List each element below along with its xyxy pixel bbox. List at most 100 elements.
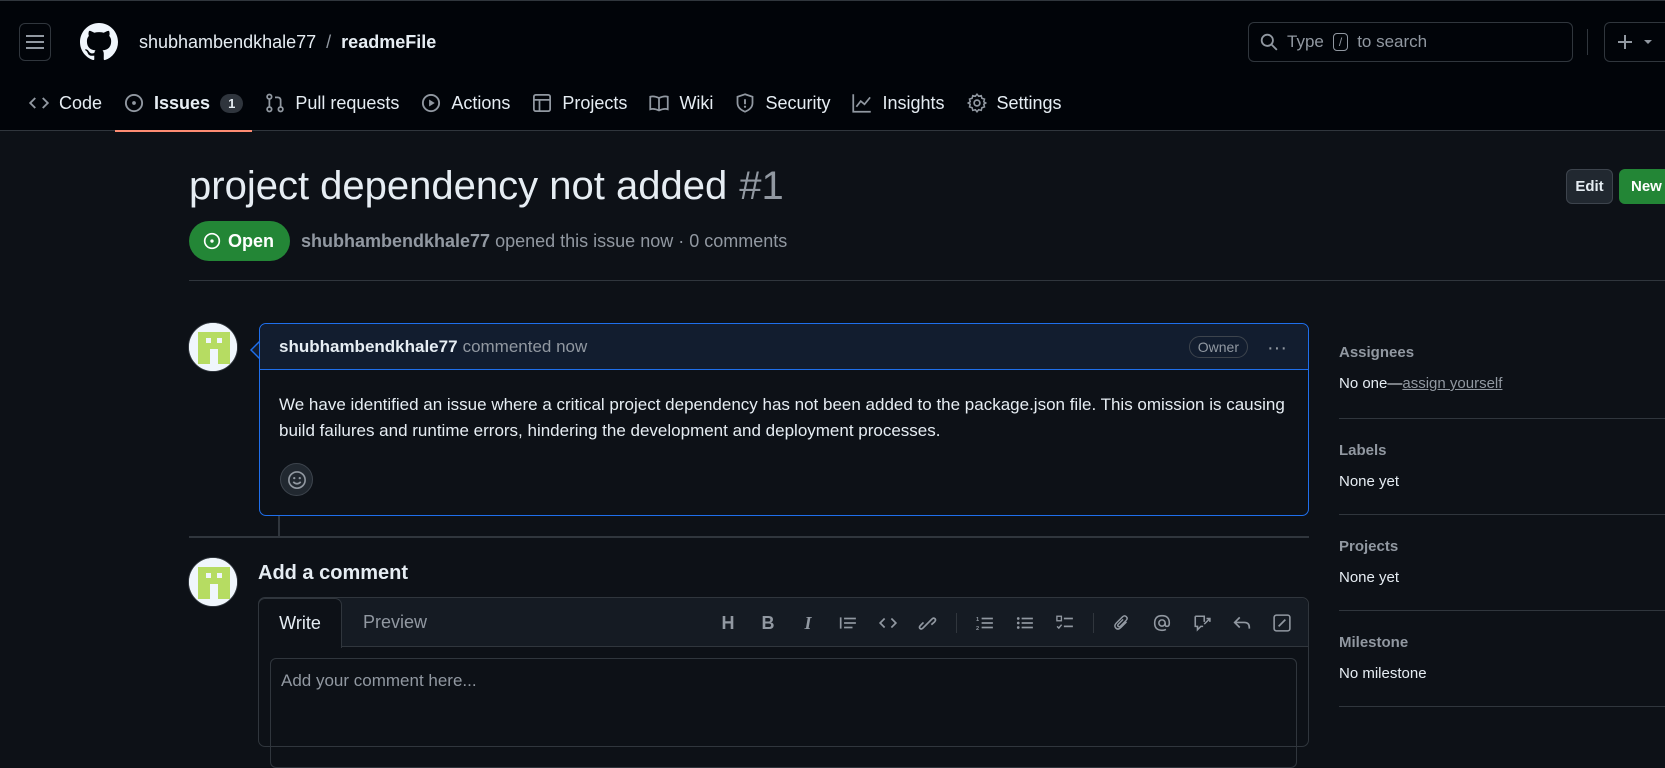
link-icon[interactable] [908, 610, 948, 636]
breadcrumb-repo-link[interactable]: readmeFile [341, 32, 436, 53]
tab-projects-label: Projects [562, 92, 628, 113]
sidebar-labels: Labels None yet [1339, 419, 1665, 515]
search-input[interactable]: Type / to search [1248, 22, 1573, 62]
tab-write[interactable]: Write [258, 598, 342, 648]
reply-icon[interactable] [1222, 610, 1262, 636]
heading-icon[interactable]: H [708, 610, 748, 636]
sidebar-milestone-label[interactable]: Milestone [1339, 634, 1665, 651]
sidebar-milestone-value: No milestone [1339, 665, 1427, 682]
code-icon[interactable] [868, 610, 908, 636]
tab-security[interactable]: Security [724, 83, 841, 123]
italic-icon[interactable]: I [788, 610, 828, 636]
sidebar-projects: Projects None yet [1339, 515, 1665, 611]
comment-textarea[interactable]: Add your comment here... [270, 658, 1297, 768]
markdown-toolbar: H B I 12 [708, 610, 1302, 636]
editor-header: Write Preview H B I 12 [258, 598, 1308, 648]
issue-opened-icon [203, 232, 221, 250]
paperclip-icon[interactable] [1102, 610, 1142, 636]
tab-actions[interactable]: Actions [410, 83, 521, 123]
status-label: Open [228, 230, 275, 251]
github-logo-icon[interactable] [80, 23, 118, 61]
issue-title: project dependency not added #1 [189, 164, 784, 209]
avatar[interactable] [188, 557, 238, 607]
create-new-button[interactable] [1604, 22, 1665, 62]
header-divider-line [189, 280, 1665, 281]
tab-settings[interactable]: Settings [956, 83, 1073, 123]
issue-author-link[interactable]: shubhambendkhale77 [301, 231, 490, 251]
sidebar-projects-label[interactable]: Projects [1339, 538, 1665, 555]
breadcrumb-owner-link[interactable]: shubhambendkhale77 [139, 32, 316, 53]
breadcrumb-separator: / [326, 32, 332, 52]
tab-pull-requests[interactable]: Pull requests [254, 83, 410, 123]
timeline-line [278, 516, 280, 536]
shield-icon [737, 93, 754, 113]
tab-issues-label: Issues [154, 92, 211, 113]
comment-card: shubhambendkhale77 commented now Owner ·… [259, 323, 1309, 516]
add-comment-heading: Add a comment [258, 562, 409, 584]
search-shortcut-key: / [1332, 33, 1349, 51]
table-icon [533, 94, 552, 112]
tab-code[interactable]: Code [18, 83, 113, 123]
assignees-none-text: No one— [1339, 375, 1403, 392]
new-issue-button[interactable]: New [1619, 169, 1665, 204]
issue-sidebar: Assignees No one—assign yourself Labels … [1339, 323, 1665, 707]
issue-title-text: project dependency not added [189, 164, 728, 208]
kebab-menu-icon[interactable]: ··· [1267, 337, 1287, 360]
sidebar-labels-value: None yet [1339, 473, 1400, 490]
top-header: shubhambendkhale77 / readmeFile Type / t… [0, 0, 1665, 132]
search-icon [1260, 33, 1278, 51]
triangle-down-icon [1644, 40, 1652, 44]
comment-editor: Write Preview H B I 12 Add your comment … [258, 597, 1309, 768]
sidebar-assignees-value: No one—assign yourself [1339, 375, 1665, 392]
sidebar-milestone: Milestone No milestone [1339, 611, 1665, 707]
play-icon [422, 93, 441, 113]
sidebar-assignees-label[interactable]: Assignees [1339, 344, 1665, 361]
svg-text:2: 2 [976, 626, 979, 632]
mention-icon[interactable] [1142, 610, 1182, 636]
tab-insights-label: Insights [882, 92, 945, 113]
owner-badge: Owner [1188, 336, 1248, 358]
issue-meta: shubhambendkhale77 opened this issue now… [301, 231, 787, 252]
sidebar-labels-label[interactable]: Labels [1339, 442, 1665, 459]
slash-command-icon[interactable] [1262, 610, 1302, 636]
header-divider [1587, 29, 1588, 55]
repo-tabs: Code Issues 1 Pull requests Actions Proj… [18, 83, 1073, 132]
tab-wiki-label: Wiki [679, 92, 714, 113]
sidebar-projects-value: None yet [1339, 569, 1400, 586]
toolbar-divider [956, 613, 957, 633]
task-list-icon[interactable] [1045, 610, 1085, 636]
tab-code-label: Code [59, 92, 103, 113]
comment-header: shubhambendkhale77 commented now Owner ·… [260, 324, 1308, 370]
tab-actions-label: Actions [451, 92, 511, 113]
tab-projects[interactable]: Projects [521, 83, 638, 123]
plus-icon [1618, 35, 1632, 49]
add-reaction-button[interactable] [280, 463, 313, 496]
tab-preview[interactable]: Preview [363, 598, 427, 647]
ordered-list-icon[interactable]: 12 [965, 610, 1005, 636]
tab-settings-label: Settings [996, 92, 1062, 113]
gear-icon [966, 93, 987, 113]
unordered-list-icon[interactable] [1005, 610, 1045, 636]
timeline-divider [189, 536, 1309, 538]
bold-icon[interactable]: B [748, 610, 788, 636]
comment-body: We have identified an issue where a crit… [279, 395, 1285, 440]
issue-meta-text: opened this issue now · 0 comments [495, 230, 788, 251]
tab-wiki[interactable]: Wiki [638, 83, 724, 123]
edit-button[interactable]: Edit [1566, 169, 1613, 204]
issues-count-badge: 1 [220, 93, 244, 113]
search-prefix: Type [1287, 32, 1324, 51]
status-badge: Open [189, 221, 291, 261]
book-icon [649, 95, 670, 112]
quote-icon[interactable] [828, 610, 868, 636]
assign-yourself-link[interactable]: assign yourself [1402, 375, 1502, 392]
hamburger-menu-button[interactable] [19, 23, 51, 61]
svg-text:1: 1 [976, 617, 979, 623]
avatar[interactable] [188, 322, 238, 372]
comment-author-link[interactable]: shubhambendkhale77 [279, 337, 458, 357]
search-suffix: to search [1357, 32, 1428, 51]
tab-pull-requests-label: Pull requests [295, 92, 400, 113]
cross-reference-icon[interactable] [1182, 610, 1222, 636]
issue-opened-icon [124, 93, 144, 113]
tab-issues[interactable]: Issues 1 [113, 83, 254, 132]
tab-insights[interactable]: Insights [841, 83, 955, 123]
